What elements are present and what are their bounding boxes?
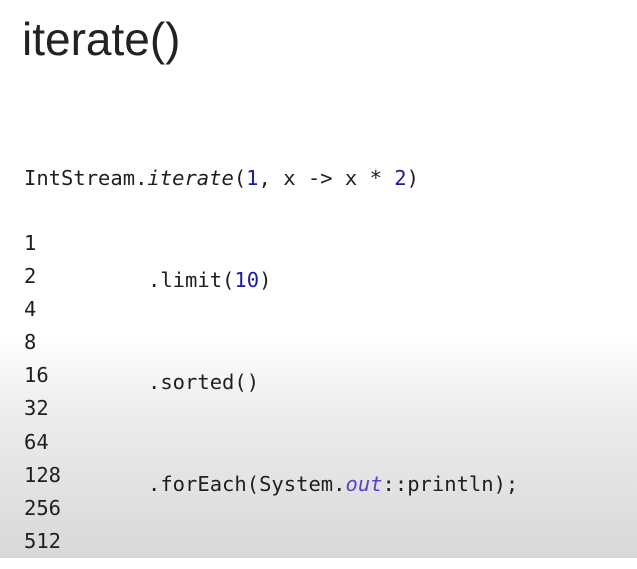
output-line: 32 <box>24 396 49 421</box>
output-line: 16 <box>24 363 49 388</box>
output-line: 2 <box>24 264 37 289</box>
code-seed-number: 1 <box>246 166 259 190</box>
code-limit-number: 10 <box>234 268 260 292</box>
code-line-limit: .limit(10) <box>24 263 518 297</box>
code-paren-open: ( <box>233 166 247 190</box>
code-foreach-post: ::println); <box>382 472 519 496</box>
slide: iterate() IntStream.iterate(1, x -> x * … <box>0 0 637 558</box>
code-paren-close: ) <box>406 166 419 190</box>
code-lambda: , x -> x * <box>258 166 395 190</box>
code-factor-number: 2 <box>394 166 407 190</box>
output-line: 8 <box>24 330 37 355</box>
code-sorted: .sorted() <box>148 370 260 394</box>
code-field-out: out <box>345 472 383 496</box>
output-line: 128 <box>24 462 62 487</box>
output-line: 256 <box>24 495 62 520</box>
output-line: 4 <box>24 297 37 322</box>
code-block: IntStream.iterate(1, x -> x * 2) .limit(… <box>24 93 518 569</box>
code-method-iterate: iterate <box>147 166 234 190</box>
output-line: 64 <box>24 429 49 454</box>
code-line-iterate: IntStream.iterate(1, x -> x * 2) <box>24 161 518 195</box>
output-list: 1 2 4 8 16 32 64 128 256 512 <box>24 227 61 558</box>
output-line: 1 <box>24 231 37 255</box>
code-limit-post: ) <box>259 268 272 292</box>
code-line-sorted: .sorted() <box>24 365 518 399</box>
code-limit-pre: .limit( <box>148 268 235 292</box>
code-class-name: IntStream. <box>24 166 148 190</box>
code-line-foreach: .forEach(System.out::println); <box>24 467 518 501</box>
output-line: 512 <box>24 528 62 553</box>
slide-title: iterate() <box>22 13 181 65</box>
code-foreach-pre: .forEach(System. <box>148 472 346 496</box>
